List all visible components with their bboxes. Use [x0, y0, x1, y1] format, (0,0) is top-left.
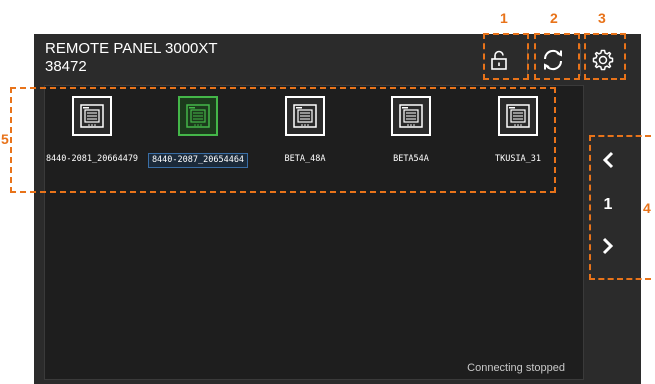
callout-box-2	[534, 33, 580, 80]
callout-number-4: 4	[643, 200, 651, 216]
callout-number-2: 2	[550, 10, 558, 26]
app-title: REMOTE PANEL 3000XT 38472	[45, 40, 218, 76]
app-title-name: REMOTE PANEL 3000XT	[45, 40, 218, 57]
callout-box-1	[483, 33, 529, 80]
callout-number-1: 1	[500, 10, 508, 26]
callout-number-5: 5	[1, 131, 9, 147]
callout-box-5	[10, 87, 556, 193]
callout-number-3: 3	[598, 10, 606, 26]
callout-box-4	[589, 135, 651, 280]
connection-status: Connecting stopped	[467, 362, 565, 374]
app-title-id: 38472	[45, 58, 87, 75]
callout-box-3	[584, 33, 626, 80]
